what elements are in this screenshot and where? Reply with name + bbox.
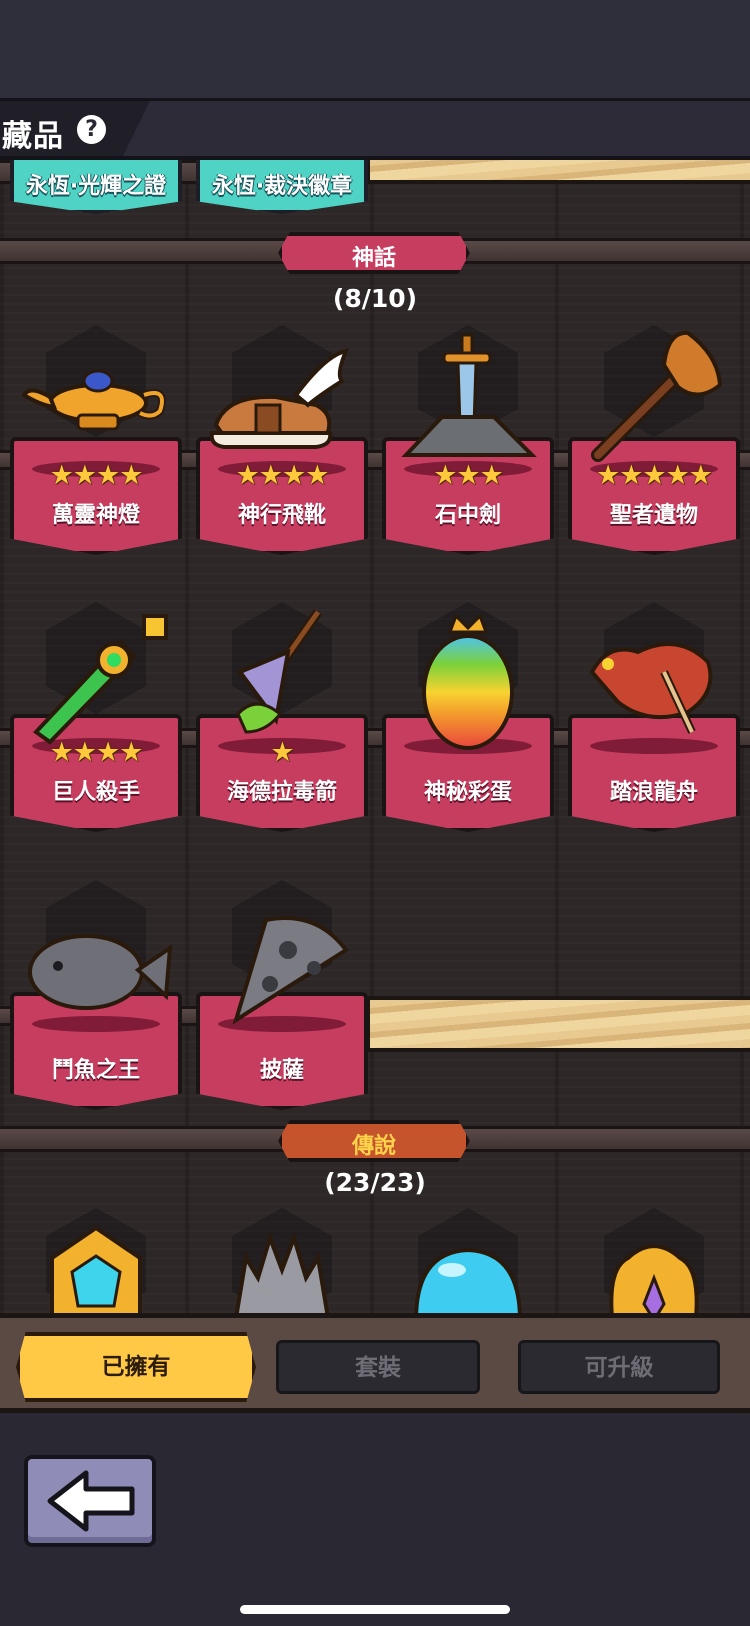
collection-scroll-area[interactable]: 永恆·光輝之證 永恆·裁決徽章 神話 (8/10) ★★★★ 萬靈神燈 ★★★★… — [0, 160, 750, 1313]
sword-in-stone-icon — [401, 333, 537, 457]
relic-staff-icon — [591, 330, 723, 462]
stone-pizza-icon — [232, 916, 349, 1025]
item-card[interactable]: ★★★ 石中劍 — [382, 325, 554, 605]
item-card[interactable] — [196, 1208, 368, 1313]
badge-eternal-judgement[interactable]: 永恆·裁決徽章 — [196, 160, 368, 214]
item-card[interactable]: ★ 海德拉毒箭 — [196, 602, 368, 882]
page-title: 藏品 — [2, 119, 64, 154]
filter-tabs: 已擁有 套裝 可升級 — [0, 1313, 750, 1413]
star-rating: ★★★★ — [49, 737, 144, 768]
gem-shield-icon — [50, 1225, 142, 1313]
stone-fish-icon — [28, 934, 173, 1010]
crystal-dome-icon — [414, 1247, 522, 1313]
section-count: (23/23) — [324, 1168, 426, 1197]
gold-crown-icon — [609, 1244, 699, 1313]
item-name: 鬥魚之王 — [51, 1058, 140, 1083]
item-card[interactable] — [382, 1208, 554, 1313]
star-rating: ★★★★★ — [595, 460, 713, 491]
help-icon[interactable]: ? — [77, 115, 106, 144]
item-card[interactable] — [568, 1208, 740, 1313]
badge-eternal-radiance[interactable]: 永恆·光輝之證 — [10, 160, 182, 214]
item-name: 神秘彩蛋 — [423, 780, 512, 805]
dragon-boat-icon — [589, 642, 713, 734]
item-name: 踏浪龍舟 — [609, 780, 698, 805]
tab-owned[interactable]: 已擁有 — [16, 1332, 256, 1402]
magic-lamp-icon — [21, 369, 166, 431]
badge-label: 永恆·光輝之證 — [25, 174, 167, 199]
item-card[interactable]: ★★★★ 巨人殺手 — [10, 602, 182, 882]
item-card[interactable]: ★★★★★ 聖者遺物 — [568, 325, 740, 605]
section-title: 傳說 — [351, 1134, 396, 1159]
item-name: 神行飛靴 — [237, 503, 326, 528]
item-name: 聖者遺物 — [609, 503, 698, 528]
back-button[interactable] — [24, 1455, 156, 1547]
item-card[interactable] — [10, 1208, 182, 1313]
iron-crown-icon — [234, 1231, 330, 1313]
item-card[interactable]: 鬥魚之王 — [10, 880, 182, 1160]
title-bar: 藏品 ? — [0, 98, 750, 160]
section-count: (8/10) — [332, 284, 418, 313]
star-rating: ★★★★ — [235, 460, 330, 491]
item-name: 石中劍 — [434, 503, 501, 528]
star-rating: ★ — [270, 737, 294, 768]
item-name: 萬靈神燈 — [51, 503, 140, 528]
status-area — [0, 0, 750, 98]
empty-shelf — [366, 996, 750, 1052]
hydra-arrow-icon — [236, 609, 323, 734]
rainbow-egg-icon — [422, 613, 514, 750]
badge-label: 永恆·裁決徽章 — [211, 174, 353, 199]
item-name: 巨人殺手 — [51, 780, 140, 805]
section-banner-legend: 傳說 — [278, 1120, 470, 1162]
item-card[interactable]: ★★★★ 神行飛靴 — [196, 325, 368, 605]
title-tab: 藏品 ? — [0, 101, 150, 156]
star-rating: ★★★★ — [49, 460, 144, 491]
item-card[interactable]: 踏浪龍舟 — [568, 602, 740, 882]
section-banner-mythic: 神話 — [278, 232, 470, 274]
section-title: 神話 — [351, 246, 396, 271]
home-indicator — [240, 1605, 510, 1614]
item-name: 披薩 — [259, 1058, 304, 1083]
back-arrow-icon — [47, 1470, 135, 1532]
empty-shelf — [366, 160, 750, 184]
tab-upgradable[interactable]: 可升級 — [518, 1340, 720, 1394]
tab-sets[interactable]: 套裝 — [276, 1340, 480, 1394]
item-card[interactable]: 披薩 — [196, 880, 368, 1160]
winged-boots-icon — [209, 348, 350, 449]
item-name: 海德拉毒箭 — [226, 780, 337, 805]
green-blade-icon — [32, 614, 168, 745]
star-rating: ★★★ — [433, 460, 504, 491]
bottom-bar — [0, 1413, 750, 1626]
item-card[interactable]: 神秘彩蛋 — [382, 602, 554, 882]
item-card[interactable]: ★★★★ 萬靈神燈 — [10, 325, 182, 605]
